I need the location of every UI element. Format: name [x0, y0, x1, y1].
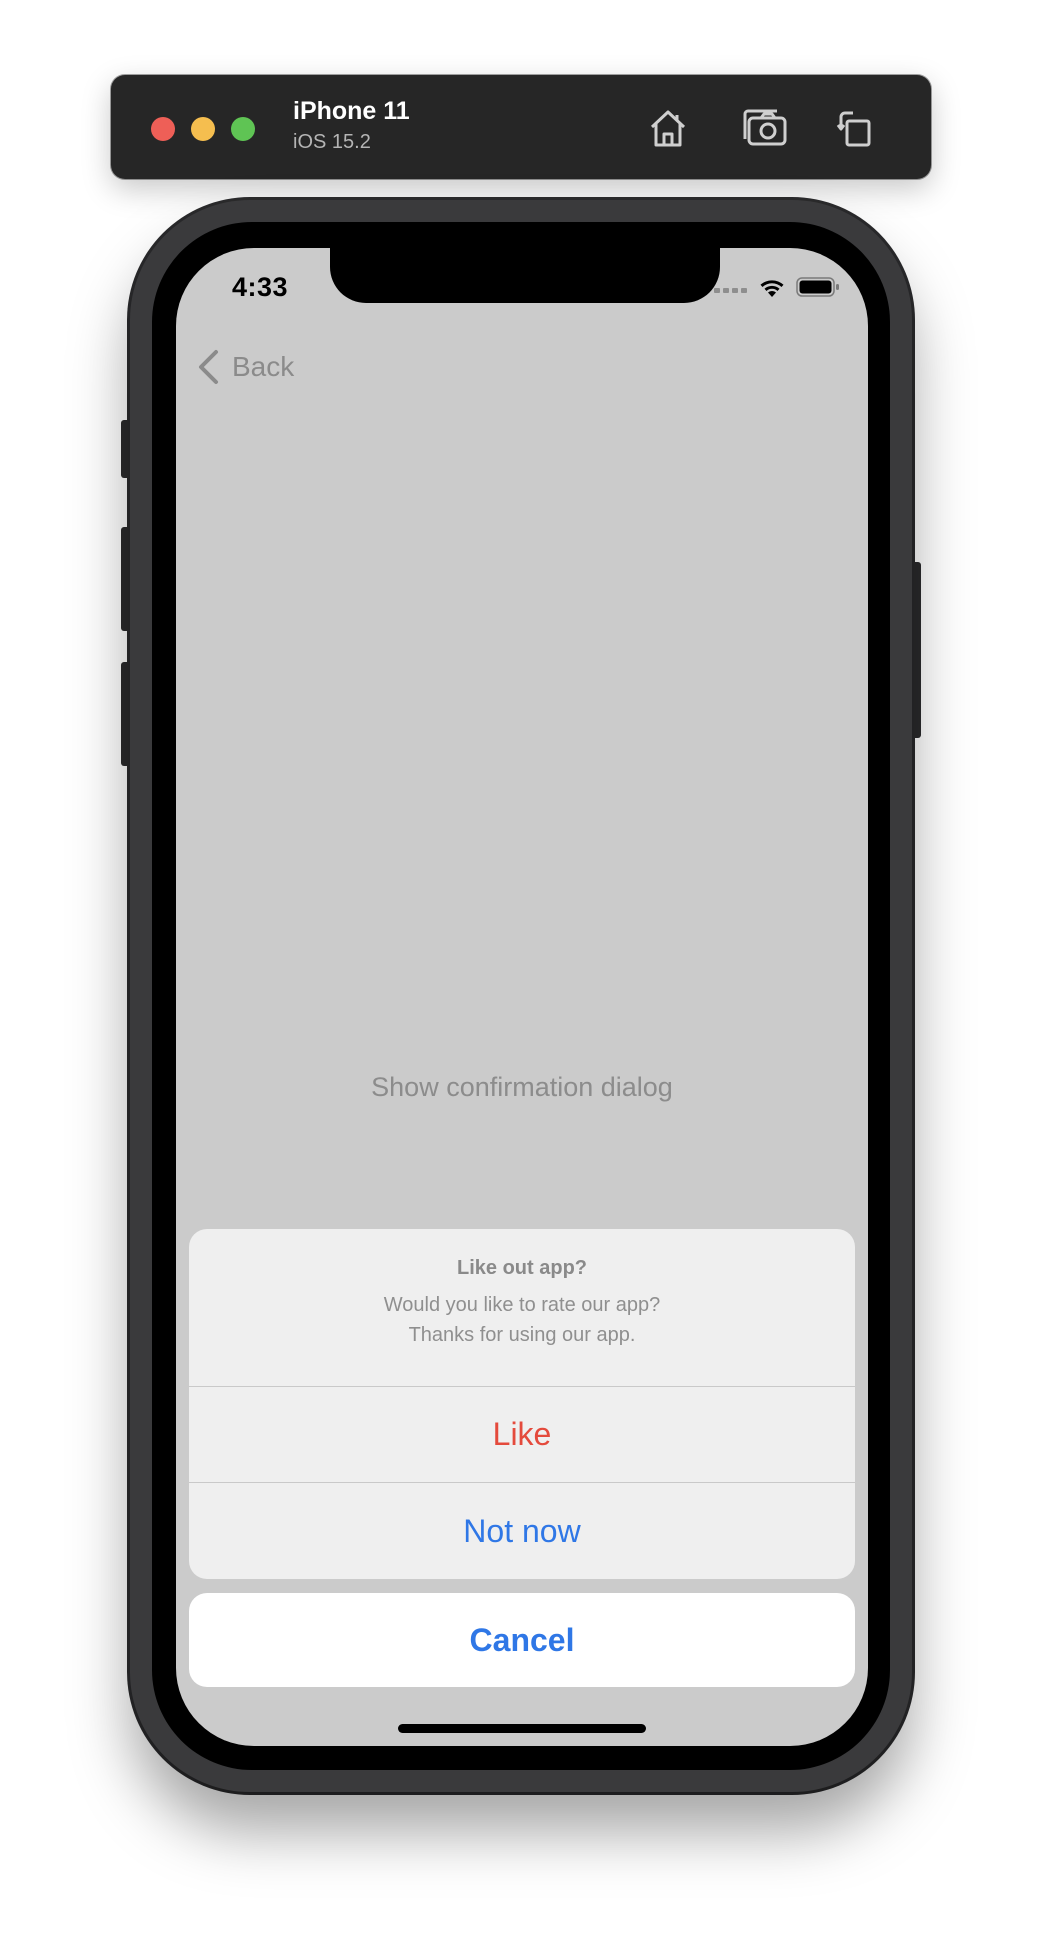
back-label: Back — [232, 351, 295, 382]
home-icon[interactable] — [643, 103, 693, 153]
battery-icon — [796, 277, 839, 297]
device-screen: 4:33 Back Show confirmation dialog Like … — [176, 248, 868, 1746]
rotate-icon[interactable] — [831, 103, 881, 153]
action-sheet: Like out app? Would you like to rate our… — [189, 1229, 855, 1579]
back-button[interactable]: Back — [194, 348, 294, 386]
home-indicator[interactable] — [398, 1724, 646, 1733]
action-sheet-message: Would you like to rate our app? Thanks f… — [189, 1290, 855, 1350]
signal-icon — [714, 288, 747, 293]
notch — [330, 248, 720, 303]
status-icons — [714, 276, 840, 298]
close-window-button[interactable] — [151, 117, 175, 141]
screenshot-icon[interactable] — [741, 103, 791, 153]
os-version: iOS 15.2 — [293, 131, 371, 153]
simulator-toolbar: iPhone 11 iOS 15.2 — [111, 75, 931, 179]
device-name: iPhone 11 — [293, 97, 410, 125]
cancel-button[interactable]: Cancel — [189, 1593, 855, 1687]
zoom-window-button[interactable] — [231, 117, 255, 141]
status-time: 4:33 — [232, 272, 289, 302]
action-sheet-message-line: Would you like to rate our app? — [383, 1294, 661, 1316]
action-sheet-header: Like out app? Would you like to rate our… — [189, 1229, 855, 1387]
not-now-button[interactable]: Not now — [189, 1483, 855, 1579]
chevron-left-icon — [199, 350, 218, 384]
action-sheet-title: Like out app? — [457, 1257, 587, 1279]
minimize-window-button[interactable] — [191, 117, 215, 141]
like-button[interactable]: Like — [189, 1387, 855, 1483]
show-confirmation-dialog-button[interactable]: Show confirmation dialog — [176, 1072, 868, 1103]
action-sheet-message-line: Thanks for using our app. — [408, 1324, 636, 1346]
power-button — [911, 562, 921, 738]
wifi-icon — [760, 280, 784, 297]
